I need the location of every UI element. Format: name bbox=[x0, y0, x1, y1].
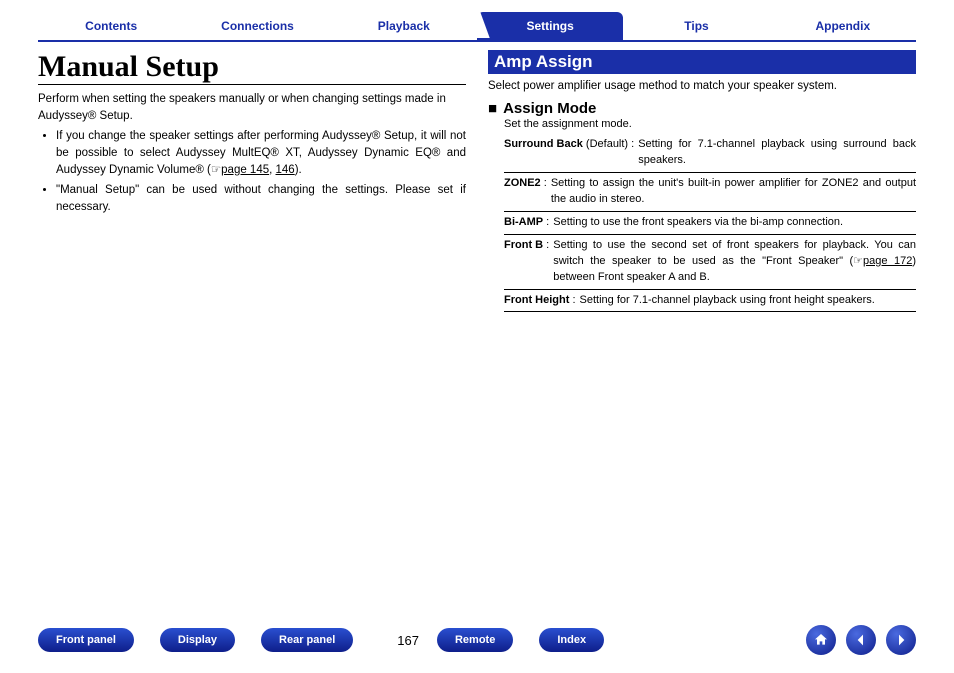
section-sub: Select power amplifier usage method to m… bbox=[488, 80, 916, 92]
right-column: Amp Assign Select power amplifier usage … bbox=[488, 50, 916, 312]
tab-contents[interactable]: Contents bbox=[38, 12, 184, 42]
mode-bi-amp: Bi-AMP : Setting to use the front speake… bbox=[504, 212, 916, 235]
link-page-146[interactable]: 146 bbox=[276, 164, 295, 176]
bullet-1: If you change the speaker settings after… bbox=[56, 128, 466, 178]
mode-front-b: Front B : Setting to use the second set … bbox=[504, 235, 916, 290]
intro-text: Perform when setting the speakers manual… bbox=[38, 91, 466, 124]
back-icon[interactable] bbox=[846, 625, 876, 655]
tab-settings[interactable]: Settings bbox=[477, 12, 623, 42]
top-tabs: Contents Connections Playback Settings T… bbox=[38, 12, 916, 42]
link-page-172[interactable]: page 172 bbox=[863, 255, 912, 267]
footer: Front panel Display Rear panel 167 Remot… bbox=[38, 625, 916, 655]
forward-icon[interactable] bbox=[886, 625, 916, 655]
bullet-list: If you change the speaker settings after… bbox=[38, 128, 466, 215]
tab-connections[interactable]: Connections bbox=[184, 12, 330, 42]
page-number: 167 bbox=[397, 633, 419, 648]
mode-surround-back: Surround Back (Default) : Setting for 7.… bbox=[504, 134, 916, 173]
page-title: Manual Setup bbox=[38, 50, 466, 85]
pill-remote[interactable]: Remote bbox=[437, 628, 513, 652]
left-column: Manual Setup Perform when setting the sp… bbox=[38, 50, 466, 312]
tab-playback[interactable]: Playback bbox=[331, 12, 477, 42]
square-icon: ■ bbox=[488, 100, 497, 117]
assign-mode-note: Set the assignment mode. bbox=[504, 118, 916, 130]
tab-tips[interactable]: Tips bbox=[623, 12, 769, 42]
section-header: Amp Assign bbox=[488, 50, 916, 74]
tab-appendix[interactable]: Appendix bbox=[770, 12, 916, 42]
mode-front-height: Front Height : Setting for 7.1-channel p… bbox=[504, 290, 916, 313]
pill-rear-panel[interactable]: Rear panel bbox=[261, 628, 353, 652]
pill-index[interactable]: Index bbox=[539, 628, 604, 652]
assign-mode-heading: Assign Mode bbox=[503, 100, 596, 117]
pill-front-panel[interactable]: Front panel bbox=[38, 628, 134, 652]
link-page-145[interactable]: page 145 bbox=[221, 164, 269, 176]
bullet-2: "Manual Setup" can be used without chang… bbox=[56, 182, 466, 215]
home-icon[interactable] bbox=[806, 625, 836, 655]
mode-list: Surround Back (Default) : Setting for 7.… bbox=[504, 134, 916, 312]
mode-zone2: ZONE2 : Setting to assign the unit's bui… bbox=[504, 173, 916, 212]
pill-display[interactable]: Display bbox=[160, 628, 235, 652]
